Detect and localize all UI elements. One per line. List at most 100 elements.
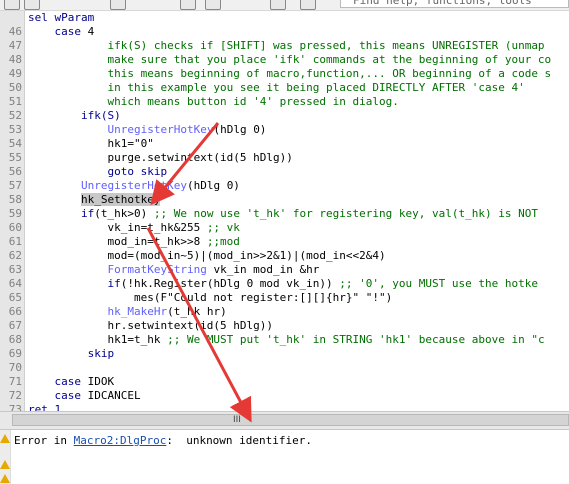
line-number: 50 <box>8 81 22 94</box>
code-token: ifk(S) <box>28 109 121 122</box>
code-token: IDCANCEL <box>87 389 141 402</box>
code-token: UnregisterHotKey <box>107 123 214 136</box>
warning-icon <box>0 460 10 469</box>
code-line[interactable]: 68 hk1=t_hk ;; We MUST put 't_hk' in STR… <box>0 333 569 347</box>
line-number: 66 <box>8 305 22 318</box>
code-text: mod=(mod_in~5)|(mod_in>>2&1)|(mod_in<<2&… <box>28 249 385 263</box>
code-token: ;; We now use 't_hk' for registering key… <box>153 207 538 220</box>
output-gutter <box>0 430 11 484</box>
code-token: hk1=t_hk <box>28 333 168 346</box>
code-token: case <box>28 375 88 388</box>
code-line[interactable]: 61 mod_in=t_hk>>8 ;;mod <box>0 235 569 249</box>
code-token: if <box>80 207 95 220</box>
code-line[interactable]: 62 mod=(mod_in~5)|(mod_in>>2&1)|(mod_in<… <box>0 249 569 263</box>
code-token: this means beginning of macro,function,.… <box>28 67 552 80</box>
code-line[interactable]: 57 UnregisterHotKey(hDlg 0) <box>0 179 569 193</box>
line-number: 56 <box>8 165 22 178</box>
code-token: hr.setwintext(id(5 hDlg)) <box>28 319 274 332</box>
code-token: ret 1 <box>28 403 62 411</box>
code-token: which means button id '4' pressed in dia… <box>28 95 399 108</box>
toolbar-button-icon[interactable] <box>4 0 20 10</box>
code-line[interactable]: 65 mes(F"Could not register:[][]{hr}" "!… <box>0 291 569 305</box>
code-token: vk_in mod_in &hr <box>206 263 320 276</box>
code-line[interactable]: 63 FormatKeyString vk_in mod_in &hr <box>0 263 569 277</box>
code-line[interactable]: 70 <box>0 361 569 375</box>
error-location-link[interactable]: Macro2:DlgProc <box>74 434 167 447</box>
code-line[interactable]: 53 UnregisterHotKey(hDlg 0) <box>0 123 569 137</box>
code-text: mod_in=t_hk>>8 ;;mod <box>28 235 239 249</box>
line-number: 61 <box>8 235 22 248</box>
code-token: ;; vk <box>206 221 240 234</box>
code-line[interactable]: 48 make sure that you place 'ifk' comman… <box>0 53 569 67</box>
code-line[interactable]: 58 hk_Sethotkey <box>0 193 569 207</box>
code-text: case 4 <box>28 25 94 39</box>
code-line[interactable]: 52 ifk(S) <box>0 109 569 123</box>
code-token: IDOK <box>87 375 115 388</box>
line-number: 46 <box>8 25 22 38</box>
code-text: ifk(S) <box>28 109 121 123</box>
code-token: make sure that you place 'ifk' commands … <box>28 53 552 66</box>
code-line[interactable]: 49 this means beginning of macro,functio… <box>0 67 569 81</box>
line-number: 62 <box>8 249 22 262</box>
code-text: mes(F"Could not register:[][]{hr}" "!") <box>28 291 392 305</box>
code-line[interactable]: 47 ifk(S) checks if [SHIFT] was pressed,… <box>0 39 569 53</box>
code-text: if(t_hk>0) ;; We now use 't_hk' for regi… <box>28 207 538 221</box>
code-token: purge.setwintext(id(5 hDlg)) <box>28 151 293 164</box>
line-number: 72 <box>8 389 22 402</box>
line-number: 54 <box>8 137 22 150</box>
code-token: mes(F"Could not register:[][]{hr}" "!") <box>28 291 393 304</box>
code-text: skip <box>28 347 115 361</box>
code-token: hk_MakeHr <box>107 305 168 318</box>
code-token: in this example you see it being placed … <box>28 81 525 94</box>
code-line[interactable]: 73 ret 1 <box>0 403 569 411</box>
code-line[interactable]: 71 case IDOK <box>0 375 569 389</box>
output-panel: Error in Macro2:DlgProc: unknown identif… <box>0 430 569 484</box>
horizontal-scrollbar[interactable]: III <box>0 411 569 430</box>
toolbar-button-icon[interactable] <box>270 0 286 10</box>
help-search-input[interactable]: Find help, functions, tools <box>340 0 569 8</box>
toolbar-button-icon[interactable] <box>24 0 40 10</box>
code-line[interactable]: 72 case IDCANCEL <box>0 389 569 403</box>
code-line[interactable]: 59 if(t_hk>0) ;; We now use 't_hk' for r… <box>0 207 569 221</box>
code-line[interactable]: 69 skip <box>0 347 569 361</box>
code-line[interactable]: 56 goto skip <box>0 165 569 179</box>
scrollbar-thumb[interactable]: III <box>12 414 569 426</box>
code-text: FormatKeyString vk_in mod_in &hr <box>28 263 319 277</box>
code-line[interactable]: 64 if(!hk.Register(hDlg 0 mod vk_in)) ;;… <box>0 277 569 291</box>
code-text: if(!hk.Register(hDlg 0 mod vk_in)) ;; '0… <box>28 277 538 291</box>
line-number: 73 <box>8 403 22 411</box>
toolbar-button-icon[interactable] <box>300 0 316 10</box>
code-line[interactable]: 55 purge.setwintext(id(5 hDlg)) <box>0 151 569 165</box>
toolbar-button-icon[interactable] <box>110 0 126 10</box>
code-line[interactable]: 46 case 4 <box>0 25 569 39</box>
code-token: ;; '0', you MUST use the hotke <box>339 277 538 290</box>
code-line[interactable]: 51 which means button id '4' pressed in … <box>0 95 569 109</box>
code-text: case IDCANCEL <box>28 389 141 403</box>
line-number: 69 <box>8 347 22 360</box>
code-text: UnregisterHotKey(hDlg 0) <box>28 123 266 137</box>
code-text: UnregisterHotKey(hDlg 0) <box>28 179 240 193</box>
code-line[interactable]: sel wParam <box>0 11 569 25</box>
code-line[interactable]: 67 hr.setwintext(id(5 hDlg)) <box>0 319 569 333</box>
warning-icon <box>0 474 10 483</box>
toolbar-button-icon[interactable] <box>180 0 196 10</box>
code-token: hk_Sethotkey <box>80 193 161 206</box>
line-number: 49 <box>8 67 22 80</box>
code-line[interactable]: 60 vk_in=t_hk&255 ;; vk <box>0 221 569 235</box>
line-number: 47 <box>8 39 22 52</box>
code-token: skip <box>28 347 115 360</box>
code-line[interactable]: 54 hk1="0" <box>0 137 569 151</box>
code-editor[interactable]: sel wParam 46 case 4 47 ifk(S) checks if [… <box>0 11 569 411</box>
code-text: goto skip <box>28 165 167 179</box>
code-token: case <box>28 389 88 402</box>
toolbar-button-icon[interactable] <box>205 0 221 10</box>
line-number: 70 <box>8 361 22 374</box>
code-line[interactable]: 66 hk_MakeHr(t_hk hr) <box>0 305 569 319</box>
line-number: 51 <box>8 95 22 108</box>
code-line[interactable]: 50 in this example you see it being plac… <box>0 81 569 95</box>
line-number: 68 <box>8 333 22 346</box>
